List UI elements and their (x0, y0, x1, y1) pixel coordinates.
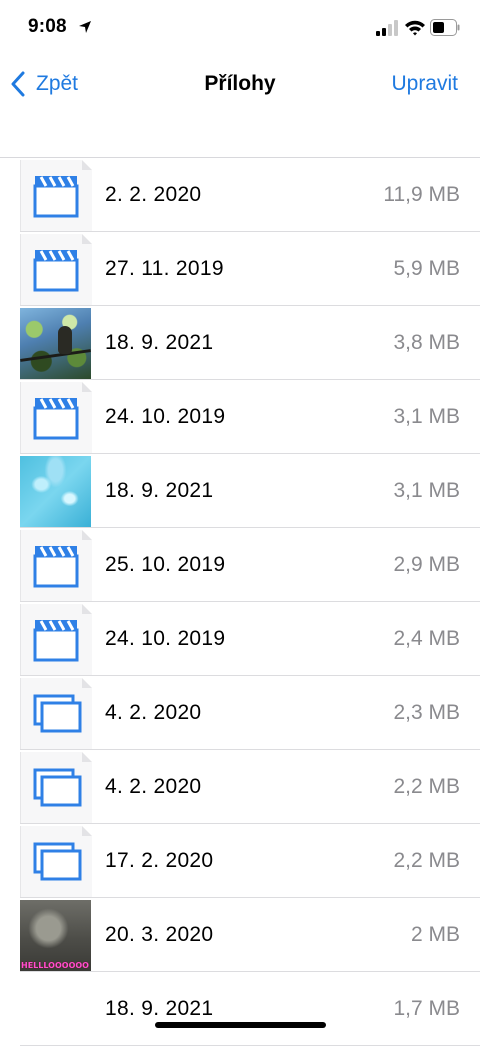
attachment-date: 2. 2. 2020 (105, 183, 202, 206)
attachment-date: 18. 9. 2021 (105, 331, 214, 354)
attachment-size: 3,8 MB (393, 331, 460, 354)
attachment-row[interactable]: 18. 9. 2021 3,1 MB (0, 454, 480, 528)
attachment-row[interactable]: HELLLOOOOOO! 20. 3. 2020 2 MB (0, 898, 480, 972)
attachment-row[interactable]: 27. 11. 2019 5,9 MB (0, 232, 480, 306)
attachment-size: 2,4 MB (393, 627, 460, 650)
video-clapper-icon (20, 160, 92, 231)
attachment-row[interactable]: 18. 9. 2021 1,7 MB (0, 972, 480, 1046)
status-bar: 9:08 (0, 0, 480, 58)
wifi-icon (405, 20, 425, 36)
attachment-row[interactable]: 4. 2. 2020 2,2 MB (0, 750, 480, 824)
attachment-date: 20. 3. 2020 (105, 923, 214, 946)
attachment-size: 11,9 MB (383, 183, 460, 206)
attachment-date: 17. 2. 2020 (105, 849, 214, 872)
video-clapper-icon (20, 382, 92, 453)
image-stack-icon (20, 752, 92, 823)
video-clapper-icon (20, 604, 92, 675)
attachment-size: 5,9 MB (393, 257, 460, 280)
photo-thumbnail (20, 456, 91, 527)
image-stack-icon (20, 678, 92, 749)
attachment-date: 4. 2. 2020 (105, 701, 202, 724)
photo-thumbnail: HELLLOOOOOO! (20, 900, 91, 971)
attachment-size: 1,7 MB (393, 997, 460, 1020)
video-clapper-icon (20, 530, 92, 601)
attachment-size: 2,9 MB (393, 553, 460, 576)
edit-button[interactable]: Upravit (391, 72, 458, 96)
attachment-row[interactable]: 2. 2. 2020 11,9 MB (0, 158, 480, 232)
attachment-row[interactable]: 25. 10. 2019 2,9 MB (0, 528, 480, 602)
attachment-date: 18. 9. 2021 (105, 997, 214, 1020)
attachment-row[interactable]: 24. 10. 2019 2,4 MB (0, 602, 480, 676)
attachment-date: 25. 10. 2019 (105, 553, 226, 576)
photo-caption: HELLLOOOOOO! (21, 961, 90, 970)
attachment-date: 4. 2. 2020 (105, 775, 202, 798)
attachment-date: 18. 9. 2021 (105, 479, 214, 502)
status-time: 9:08 (28, 16, 67, 37)
attachment-size: 2,2 MB (393, 775, 460, 798)
location-arrow-icon (79, 21, 91, 33)
attachment-row[interactable]: 24. 10. 2019 3,1 MB (0, 380, 480, 454)
attachment-size: 2,2 MB (393, 849, 460, 872)
home-indicator[interactable] (155, 1022, 326, 1028)
attachment-date: 24. 10. 2019 (105, 405, 226, 428)
attachment-row[interactable]: 4. 2. 2020 2,3 MB (0, 676, 480, 750)
image-stack-icon (20, 826, 92, 897)
attachment-size: 3,1 MB (393, 405, 460, 428)
attachment-size: 2 MB (410, 923, 460, 946)
attachment-row[interactable]: 17. 2. 2020 2,2 MB (0, 824, 480, 898)
video-clapper-icon (20, 234, 92, 305)
navigation-bar: Zpět Přílohy Upravit (0, 58, 480, 112)
attachment-row[interactable]: 18. 9. 2021 3,8 MB (0, 306, 480, 380)
cellular-signal-icon (376, 20, 398, 36)
attachment-size: 2,3 MB (393, 701, 460, 724)
attachments-list: 2. 2. 2020 11,9 MB 27. 11. 2019 5,9 MB 1… (0, 157, 480, 1046)
attachment-date: 24. 10. 2019 (105, 627, 226, 650)
attachment-date: 27. 11. 2019 (105, 257, 224, 280)
attachment-size: 3,1 MB (393, 479, 460, 502)
battery-icon (430, 19, 460, 36)
photo-thumbnail (20, 308, 91, 379)
